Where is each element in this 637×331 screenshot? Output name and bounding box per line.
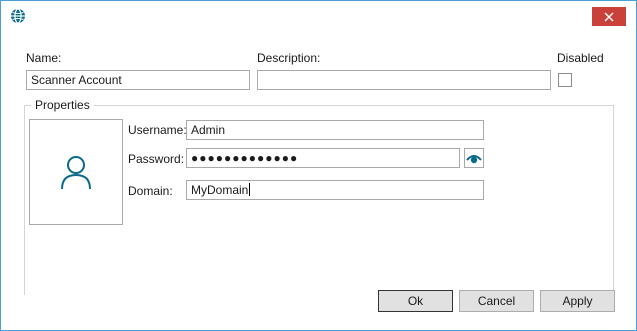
domain-input-value: MyDomain: [191, 183, 249, 197]
username-input[interactable]: Admin: [186, 120, 484, 140]
name-input[interactable]: Scanner Account: [26, 70, 250, 90]
disabled-label: Disabled: [557, 51, 604, 65]
properties-group-title: Properties: [31, 98, 94, 112]
password-label: Password:: [128, 152, 185, 166]
close-icon: [604, 12, 614, 21]
description-input[interactable]: [257, 70, 551, 90]
text-caret: [249, 183, 251, 196]
password-input[interactable]: ●●●●●●●●●●●●●: [186, 148, 460, 168]
eye-icon: [466, 155, 482, 164]
title-bar[interactable]: [1, 1, 636, 31]
ok-button[interactable]: Ok: [378, 290, 453, 312]
disabled-checkbox[interactable]: [558, 73, 572, 87]
domain-label: Domain:: [128, 184, 173, 198]
description-label: Description:: [257, 51, 321, 65]
close-button[interactable]: [592, 7, 626, 26]
username-label: Username:: [128, 123, 187, 137]
globe-icon: [11, 8, 25, 24]
avatar: [29, 119, 123, 225]
show-password-button[interactable]: [464, 148, 484, 168]
apply-button[interactable]: Apply: [540, 290, 615, 312]
cancel-button[interactable]: Cancel: [459, 290, 534, 312]
name-label: Name:: [26, 51, 62, 65]
domain-input[interactable]: MyDomain: [186, 180, 484, 200]
dialog-window: Name: Scanner Account Description: Disab…: [0, 0, 637, 331]
user-icon: [61, 156, 91, 190]
